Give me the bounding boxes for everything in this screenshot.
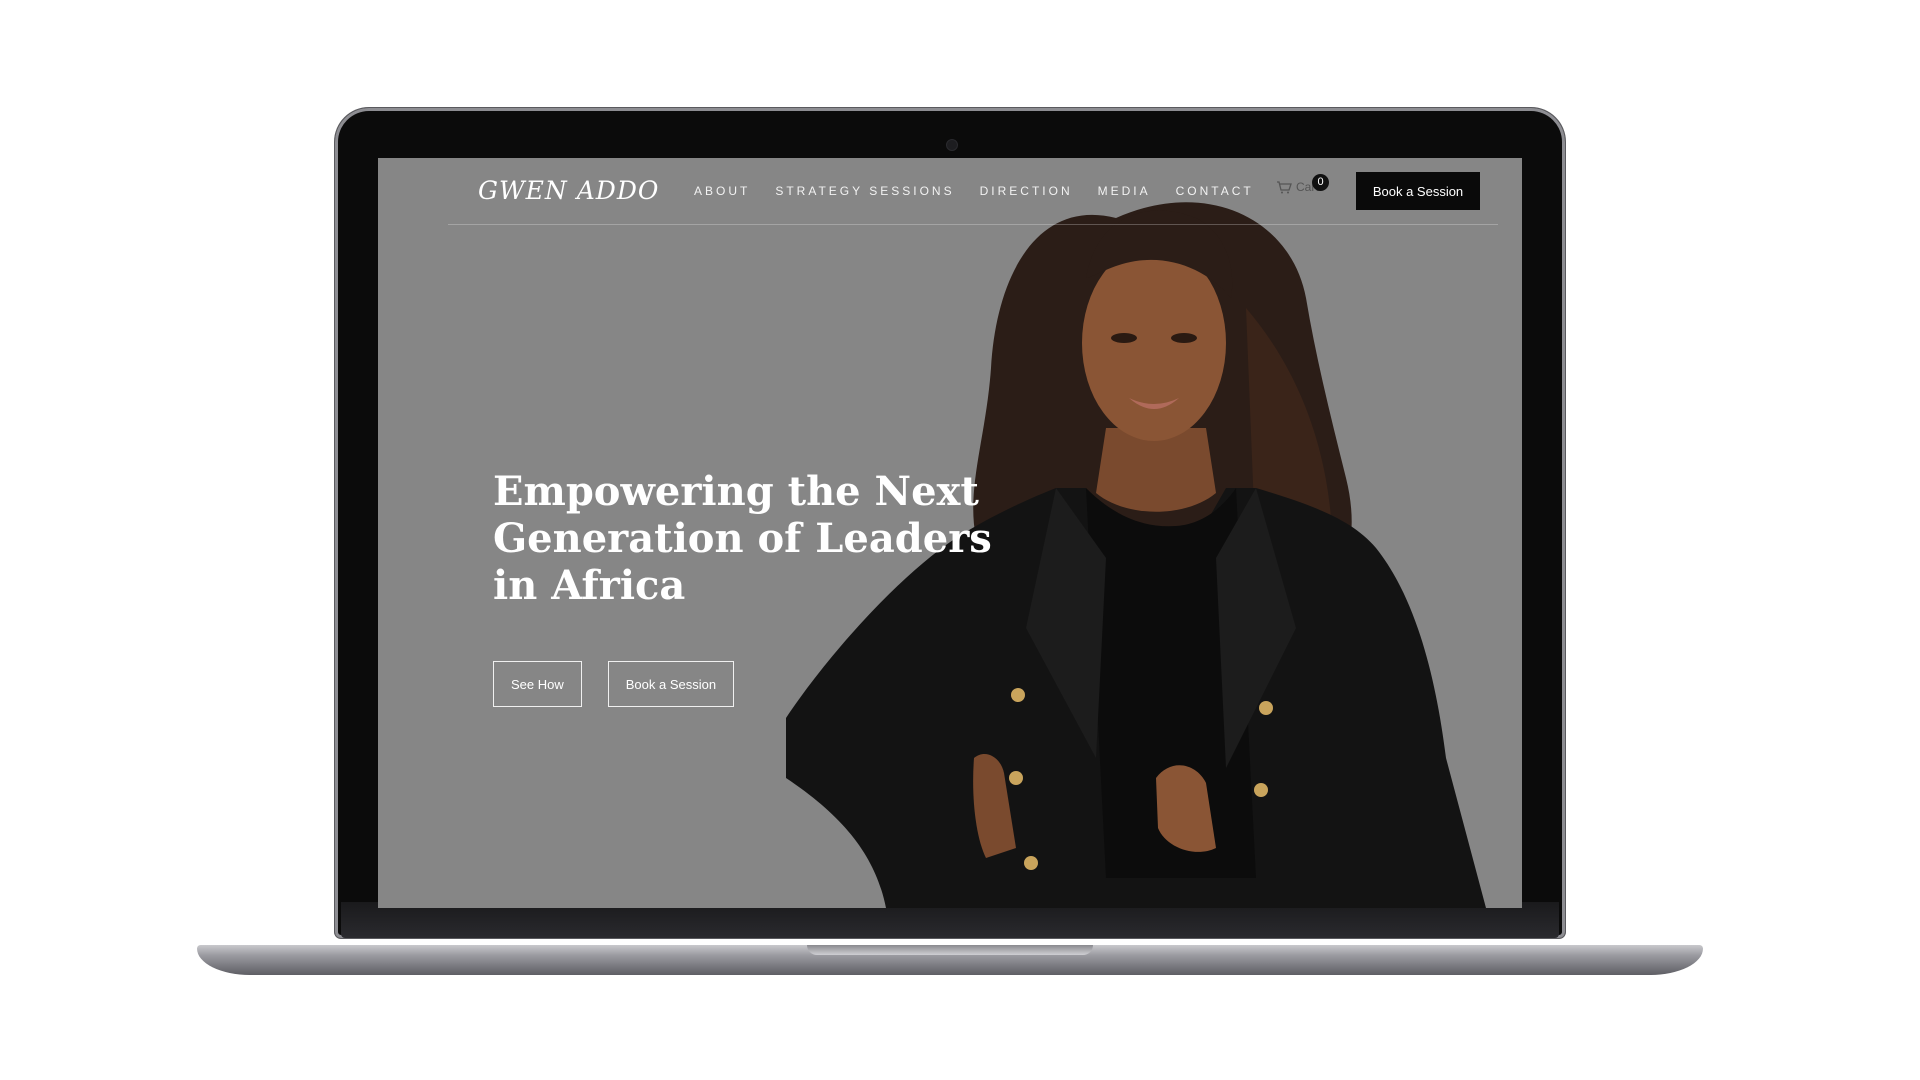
cart-icon (1277, 181, 1292, 194)
see-how-button[interactable]: See How (493, 661, 582, 707)
hero-title-line-1: Empowering the Next (493, 468, 979, 515)
hero-title-line-2: Generation of Leaders (493, 515, 992, 562)
site-header: GWEN ADDO ABOUT STRATEGY SESSIONS DIRECT… (378, 158, 1522, 224)
camera-icon (946, 139, 958, 151)
site-logo[interactable]: GWEN ADDO (478, 176, 659, 205)
hero-buttons: See How Book a Session (493, 661, 735, 707)
laptop-base (197, 945, 1703, 975)
header-divider (448, 224, 1498, 225)
hero-book-session-button[interactable]: Book a Session (607, 661, 735, 707)
cart-count-badge: 0 (1312, 174, 1329, 191)
main-nav: ABOUT STRATEGY SESSIONS DIRECTION MEDIA … (694, 184, 1279, 198)
hero-title: Empowering the Next Generation of Leader… (493, 468, 993, 609)
laptop-base-notch (807, 945, 1093, 955)
nav-direction[interactable]: DIRECTION (980, 184, 1073, 198)
nav-strategy-sessions[interactable]: STRATEGY SESSIONS (775, 184, 954, 198)
cart-link[interactable]: Cart 0 (1276, 174, 1329, 194)
nav-about[interactable]: ABOUT (694, 184, 750, 198)
hero-copy: Empowering the Next Generation of Leader… (493, 468, 993, 609)
nav-contact[interactable]: CONTACT (1176, 184, 1254, 198)
hero-title-line-3: in Africa (493, 562, 686, 609)
website-screen: GWEN ADDO ABOUT STRATEGY SESSIONS DIRECT… (378, 158, 1522, 908)
header-book-session-button[interactable]: Book a Session (1356, 172, 1480, 210)
nav-media[interactable]: MEDIA (1098, 184, 1151, 198)
